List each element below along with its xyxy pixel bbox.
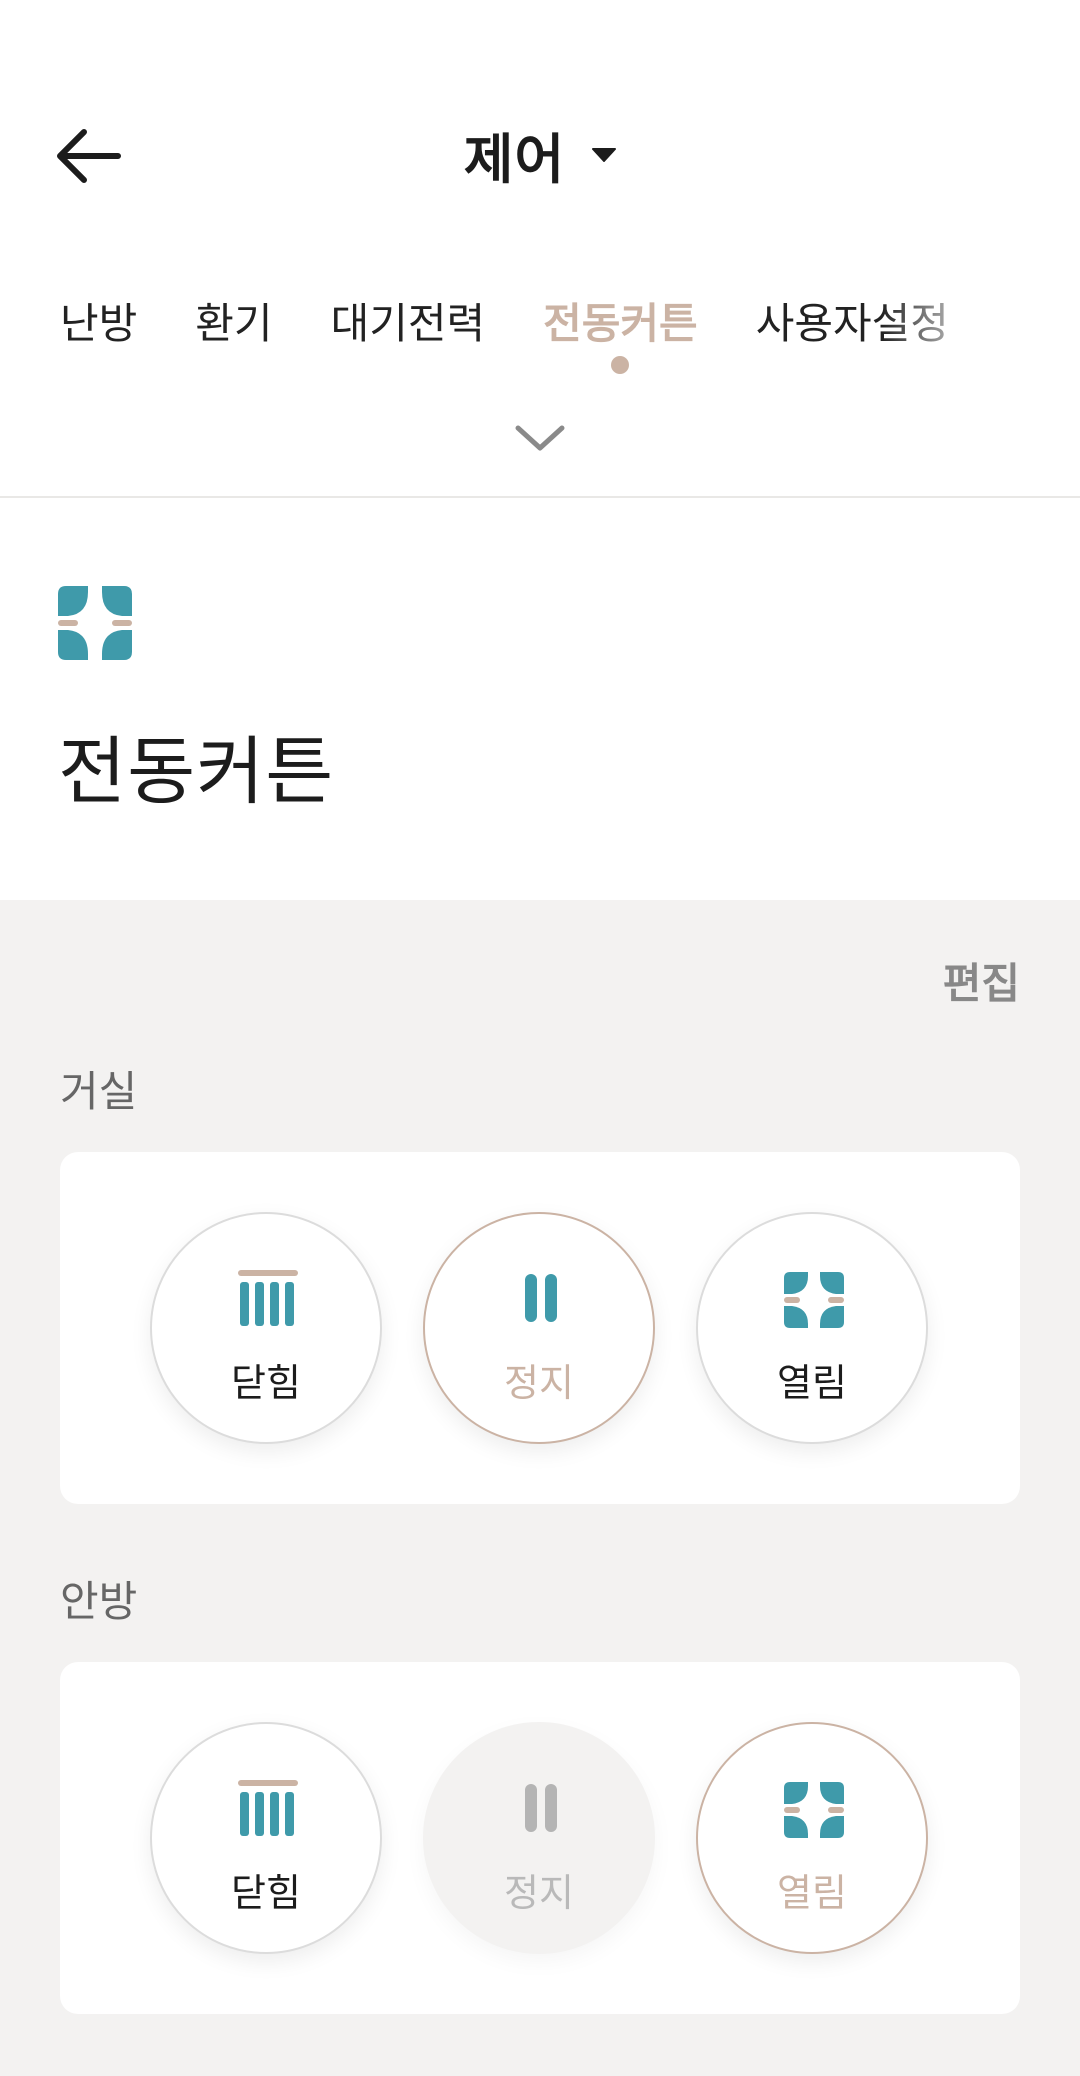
button-label: 열림 (777, 1361, 847, 1405)
room-label: 안방 (60, 1577, 138, 1626)
category-tabs: 난방 환기 대기전력 전동커튼 사용자설정 (60, 290, 1007, 374)
tab-standby-power[interactable]: 대기전력 (331, 290, 486, 351)
caret-down-icon (592, 147, 617, 162)
curtain-open-icon (58, 586, 132, 660)
divider (0, 496, 1080, 498)
room-card: 닫힘 정지 열림 (60, 1152, 1020, 1504)
button-label: 정지 (504, 1871, 574, 1915)
tab-electric-curtain[interactable]: 전동커튼 (543, 290, 698, 374)
active-tab-indicator (611, 356, 630, 374)
button-label: 닫힘 (231, 1871, 301, 1915)
tab-heating[interactable]: 난방 (60, 290, 137, 351)
button-label: 정지 (504, 1361, 574, 1405)
app-header: 제어 (0, 0, 1080, 240)
close-button[interactable]: 닫힘 (150, 1722, 382, 1954)
page-title: 제어 (463, 128, 566, 191)
stop-button[interactable]: 정지 (423, 1212, 655, 1444)
category-title: 전동커튼 (58, 729, 335, 815)
curtain-open-icon (784, 1272, 844, 1328)
button-label: 닫힘 (231, 1361, 301, 1405)
pause-icon (525, 1274, 557, 1322)
curtain-closed-icon (238, 1270, 298, 1326)
edit-button[interactable]: 편집 (943, 950, 1020, 1011)
open-button[interactable]: 열림 (696, 1722, 928, 1954)
title-dropdown[interactable]: 제어 (0, 115, 1080, 194)
pause-icon (525, 1784, 557, 1832)
open-button[interactable]: 열림 (696, 1212, 928, 1444)
close-button[interactable]: 닫힘 (150, 1212, 382, 1444)
tab-ventilation[interactable]: 환기 (195, 290, 272, 351)
stop-button[interactable]: 정지 (423, 1722, 655, 1954)
tab-user-settings[interactable]: 사용자설정 (756, 290, 949, 351)
curtain-open-icon (784, 1782, 844, 1838)
room-card: 닫힘 정지 열림 (60, 1662, 1020, 2014)
chevron-down-icon[interactable] (510, 418, 570, 458)
room-label: 거실 (60, 1067, 138, 1116)
button-label: 열림 (777, 1871, 847, 1915)
tab-label: 전동커튼 (543, 299, 698, 348)
curtain-closed-icon (238, 1780, 298, 1836)
top-panel: 제어 난방 환기 대기전력 전동커튼 사용자설정 전동커튼 (0, 0, 1080, 900)
